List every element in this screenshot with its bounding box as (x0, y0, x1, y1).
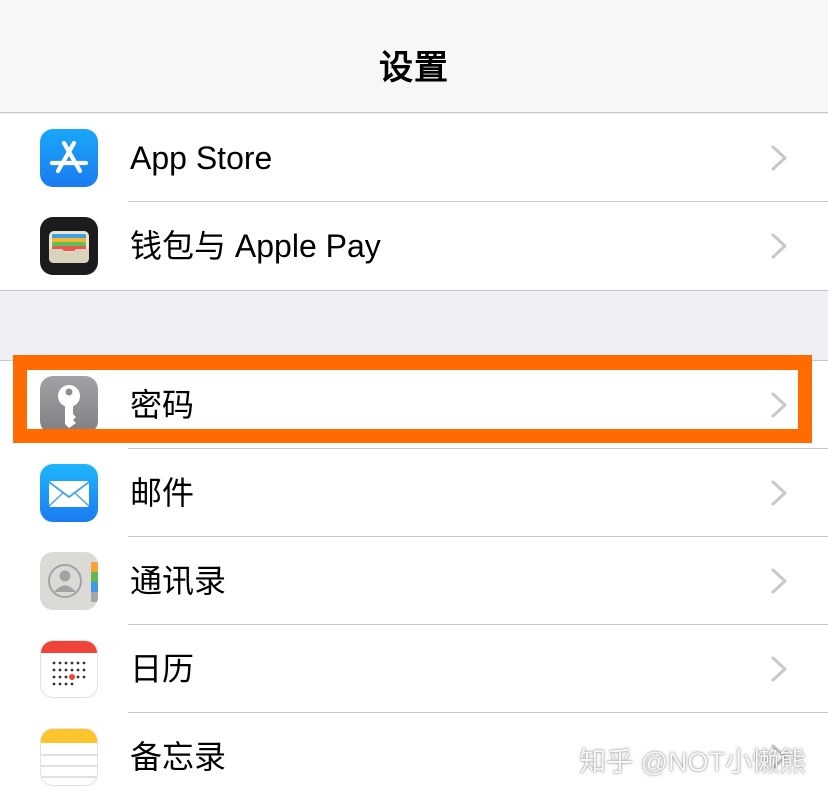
settings-item-wallet[interactable]: 钱包与 Apple Pay (0, 202, 828, 290)
settings-group-accounts: 密码 邮件 通讯录 日历 备忘录 (0, 360, 828, 797)
chevron-right-icon (771, 145, 787, 171)
contacts-icon (40, 552, 98, 610)
settings-item-label: 钱包与 Apple Pay (130, 228, 381, 264)
chevron-right-icon (771, 568, 787, 594)
chevron-right-icon (771, 392, 787, 418)
chevron-right-icon (771, 480, 787, 506)
navigation-bar: 设置 (0, 0, 828, 113)
settings-item-passwords[interactable]: 密码 (0, 361, 828, 449)
chevron-right-icon (771, 656, 787, 682)
app-store-icon (40, 129, 98, 187)
watermark: 知乎 @NOT小懒熊 (579, 747, 806, 777)
settings-item-contacts[interactable]: 通讯录 (0, 537, 828, 625)
key-icon (40, 376, 98, 434)
wallet-icon (40, 217, 98, 275)
settings-group-stores: App Store 钱包与 Apple Pay (0, 114, 828, 291)
settings-item-label: 通讯录 (130, 563, 227, 599)
settings-item-label: 密码 (130, 387, 195, 423)
calendar-icon (40, 640, 98, 698)
settings-item-label: 邮件 (130, 475, 195, 511)
settings-item-calendar[interactable]: 日历 (0, 625, 828, 713)
settings-item-app-store[interactable]: App Store (0, 114, 828, 202)
page-title: 设置 (379, 48, 449, 87)
settings-item-mail[interactable]: 邮件 (0, 449, 828, 537)
settings-item-label: 备忘录 (130, 739, 227, 775)
settings-item-label: 日历 (130, 651, 195, 687)
chevron-right-icon (771, 233, 787, 259)
mail-icon (40, 464, 98, 522)
settings-screen: 设置 App Store 钱包与 Apple Pay 密码 邮件 通讯录 日历 … (0, 0, 828, 797)
notes-icon (40, 728, 98, 786)
settings-item-label: App Store (130, 140, 273, 176)
